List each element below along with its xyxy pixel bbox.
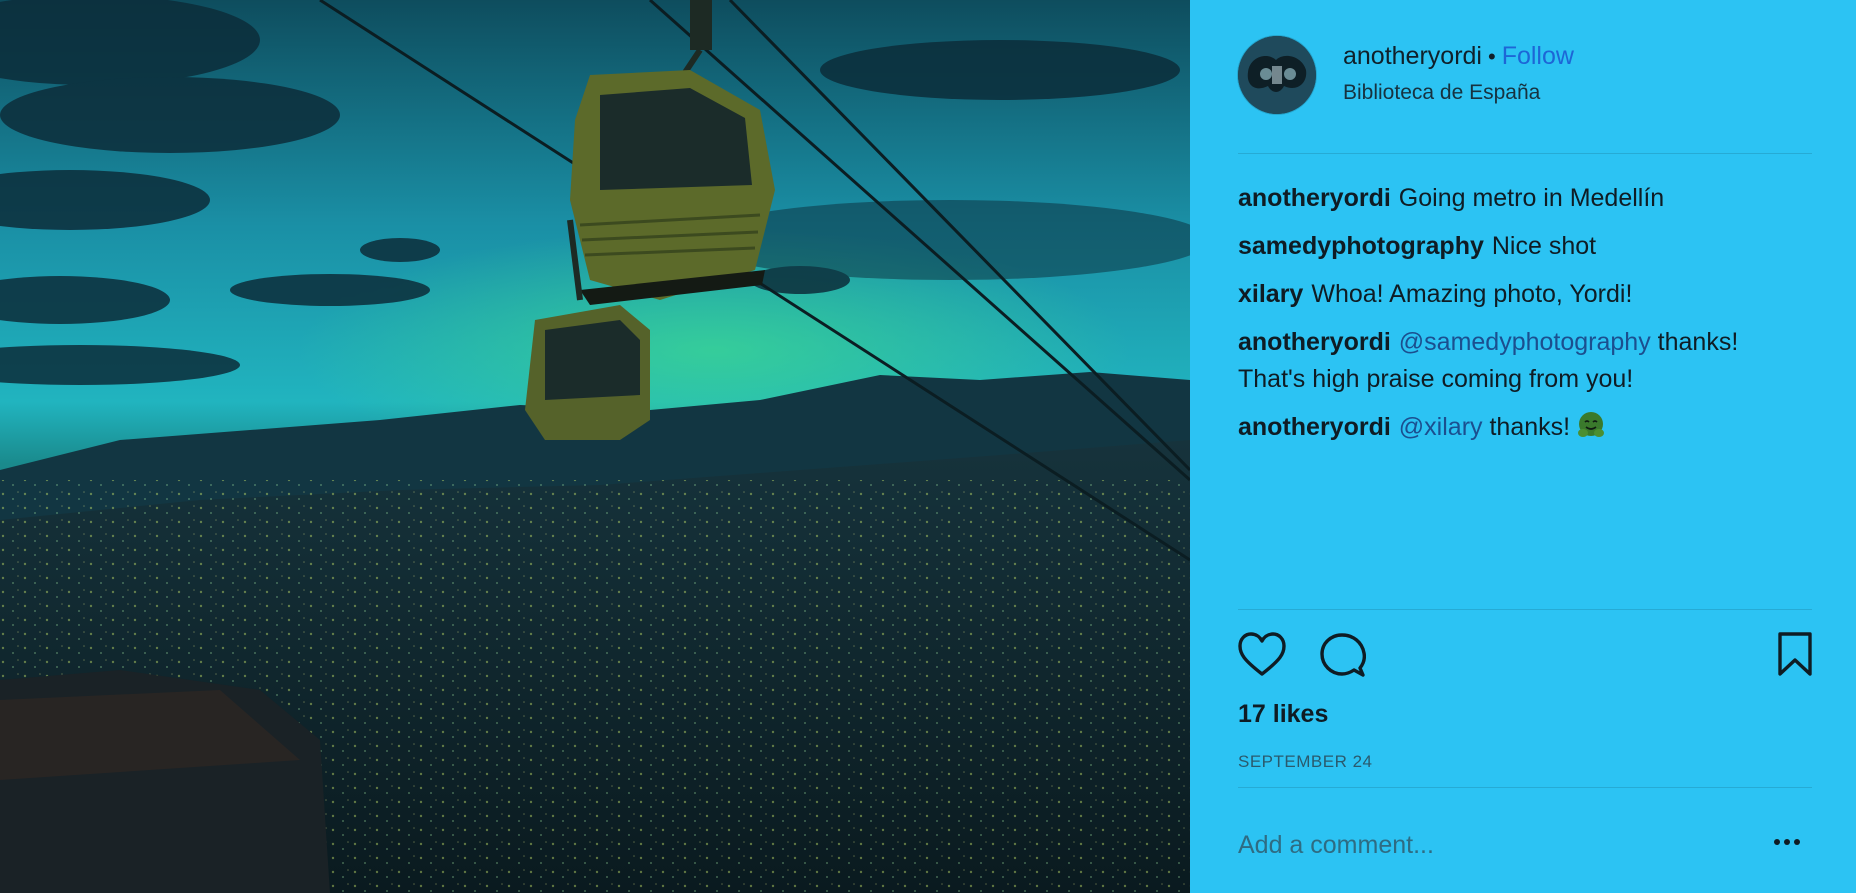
- comment-author[interactable]: anotheryordi: [1238, 184, 1391, 212]
- footer-divider: [1238, 787, 1812, 788]
- comment-text: Whoa! Amazing photo, Yordi!: [1311, 280, 1633, 308]
- follow-button[interactable]: Follow: [1502, 42, 1574, 70]
- separator-dot: •: [1487, 44, 1496, 69]
- comment-text: thanks!: [1489, 413, 1571, 441]
- header-divider: [1238, 153, 1812, 154]
- post-viewer: anotheryordi • Follow Biblioteca de España…: [0, 0, 1856, 893]
- comment-text: Going metro in Medellín: [1398, 184, 1665, 212]
- comment-item: anotheryordi Going metro in Medellín: [1238, 180, 1812, 217]
- comment-item: xilary Whoa! Amazing photo, Yordi!: [1238, 276, 1812, 313]
- comment-item: samedyphotography Nice shot: [1238, 228, 1812, 265]
- comment-text: Nice shot: [1491, 232, 1597, 260]
- username[interactable]: anotheryordi: [1343, 42, 1482, 70]
- comments-list: anotheryordi Going metro in Medellín same…: [1238, 180, 1812, 457]
- header-text: anotheryordi • Follow Biblioteca de España: [1343, 42, 1574, 105]
- comment-mention[interactable]: @samedyphotography: [1399, 328, 1651, 356]
- comment-item: anotheryordi @samedyphotography thanks! T…: [1238, 324, 1812, 398]
- comment-item: anotheryordi @xilary thanks!: [1238, 409, 1812, 446]
- avatar[interactable]: [1238, 36, 1316, 114]
- hugging-face-emoji: [1578, 412, 1605, 437]
- comment-author[interactable]: xilary: [1238, 280, 1303, 308]
- post-header: anotheryordi • Follow Biblioteca de España: [1238, 36, 1812, 116]
- comments-divider: [1238, 609, 1812, 610]
- comment-mention[interactable]: @xilary: [1399, 413, 1483, 441]
- comment-author[interactable]: anotheryordi: [1238, 413, 1391, 441]
- post-sidebar: anotheryordi • Follow Biblioteca de España…: [1190, 0, 1856, 893]
- location-link[interactable]: Biblioteca de España: [1343, 81, 1574, 105]
- heart-icon[interactable]: [1238, 632, 1286, 678]
- likes-count[interactable]: 17 likes: [1238, 700, 1328, 729]
- post-photo: [0, 0, 1190, 893]
- bookmark-icon[interactable]: [1778, 632, 1812, 676]
- profile-avatar-icon: [1238, 36, 1316, 114]
- add-comment-input[interactable]: [1238, 825, 1748, 865]
- comment-author[interactable]: anotheryordi: [1238, 328, 1391, 356]
- comment-author[interactable]: samedyphotography: [1238, 232, 1484, 260]
- cable-car-city-photo: [0, 0, 1190, 893]
- more-options-icon[interactable]: [1773, 838, 1801, 846]
- speech-bubble-icon[interactable]: [1320, 632, 1366, 678]
- action-bar: [1238, 632, 1812, 680]
- post-date: SEPTEMBER 24: [1238, 752, 1373, 771]
